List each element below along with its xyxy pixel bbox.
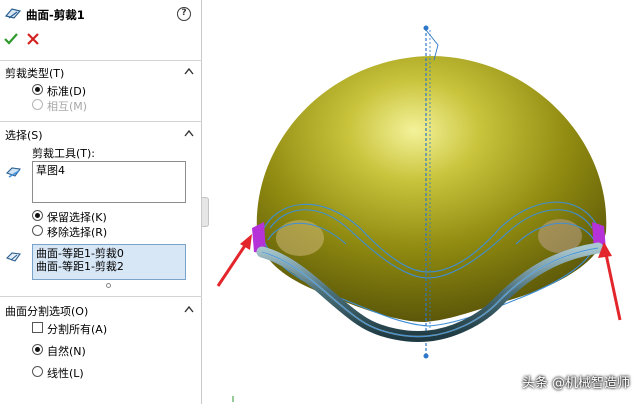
callout-arrow-right: [598, 242, 622, 321]
section-divider: [0, 121, 202, 122]
model-view[interactable]: [203, 0, 640, 404]
trim-tool-item[interactable]: 草图4: [36, 164, 182, 177]
property-manager: 曲面-剪裁1 ? 剪裁类型(T) 标准(D) 相互(M) 选择(S) 剪裁工具(…: [0, 0, 202, 404]
feature-title: 曲面-剪裁1: [26, 8, 85, 22]
natural-radio[interactable]: [32, 344, 43, 355]
trim-type-mutual-label: 相互(M): [47, 100, 88, 113]
trim-type-standard-label[interactable]: 标准(D): [47, 83, 86, 99]
trim-type-section-title[interactable]: 剪裁类型(T): [5, 65, 64, 81]
watermark: 头条 @机械智造师: [521, 376, 630, 391]
linear-radio[interactable]: [32, 366, 43, 377]
natural-label[interactable]: 自然(N): [47, 343, 86, 359]
remove-selections-label[interactable]: 移除选择(R): [47, 224, 107, 240]
property-manager-header: 曲面-剪裁1 ?: [0, 0, 202, 28]
split-all-label[interactable]: 分割所有(A): [47, 321, 107, 337]
section-divider: [0, 60, 202, 61]
axis-point[interactable]: [423, 353, 429, 359]
kept-bodies-listbox[interactable]: 曲面-等距1-剪裁0 曲面-等距1-剪裁2: [32, 244, 186, 280]
callout-arrow-left: [216, 234, 252, 287]
ok-check-icon[interactable]: [4, 32, 18, 46]
collapse-chevron-icon[interactable]: [184, 68, 194, 75]
split-options-section-title[interactable]: 曲面分割选项(O): [5, 303, 88, 319]
trim-type-mutual-radio: [32, 99, 43, 110]
face-select-icon: [6, 252, 21, 262]
trim-tool-icon: [6, 167, 21, 178]
keep-selections-label[interactable]: 保留选择(K): [47, 209, 107, 225]
trim-tool-label: 剪裁工具(T):: [32, 147, 96, 160]
cancel-x-icon[interactable]: [26, 32, 40, 46]
axis-sketch: [425, 29, 439, 61]
section-divider: [0, 296, 202, 297]
selection-section-title[interactable]: 选择(S): [5, 127, 43, 143]
listbox-resize-grip[interactable]: [106, 283, 111, 288]
collapse-chevron-icon[interactable]: [184, 130, 194, 137]
trim-type-standard-radio[interactable]: [32, 84, 43, 95]
surface-trim-icon: [4, 8, 22, 19]
remove-selections-radio[interactable]: [32, 225, 43, 236]
highlight: [276, 220, 324, 256]
split-all-checkbox[interactable]: [32, 322, 43, 333]
keep-selections-radio[interactable]: [32, 210, 43, 221]
list-item[interactable]: 曲面-等距1-剪裁2: [36, 260, 182, 273]
graphics-area[interactable]: 头条 @机械智造师: [203, 0, 640, 404]
linear-label[interactable]: 线性(L): [47, 365, 84, 381]
list-item[interactable]: 曲面-等距1-剪裁0: [36, 247, 182, 260]
axis-point[interactable]: [423, 25, 429, 31]
help-icon[interactable]: ?: [177, 7, 191, 21]
collapse-chevron-icon[interactable]: [184, 306, 194, 313]
trim-tool-listbox[interactable]: 草图4: [32, 161, 186, 203]
